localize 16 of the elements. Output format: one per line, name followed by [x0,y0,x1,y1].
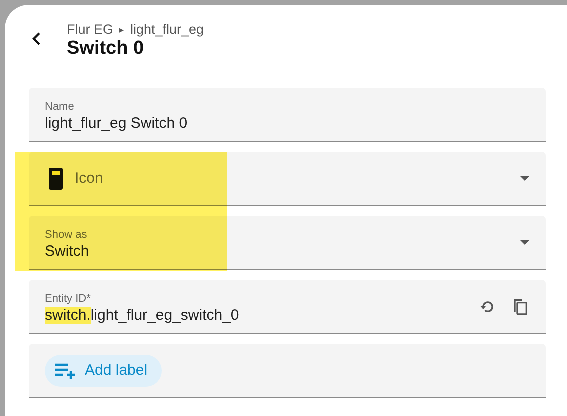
field-label: Show as [45,229,88,241]
dropdown-caret-icon[interactable] [520,176,530,182]
dialog-title: Switch 0 [67,38,146,60]
entity-id-label: Entity ID* [45,293,92,305]
switch-icon [49,168,63,190]
show-as-select[interactable]: Show as Switch [29,216,546,270]
breadcrumb-link[interactable]: Flur EG [67,22,114,37]
icon-picker-field[interactable]: Icon [29,152,546,206]
add-list-icon [55,362,77,378]
selected-value: Switch [45,243,90,260]
breadcrumb-link[interactable]: light_flur_eg [130,22,204,37]
name-input[interactable]: light_flur_eg Switch 0 [45,115,530,132]
breadcrumb-separator: ▸ [120,24,125,34]
name-label: Name [45,101,76,113]
dropdown-caret-icon[interactable] [520,240,530,246]
entity-id-input[interactable]: switch.light_flur_eg_switch_0 [45,307,466,324]
